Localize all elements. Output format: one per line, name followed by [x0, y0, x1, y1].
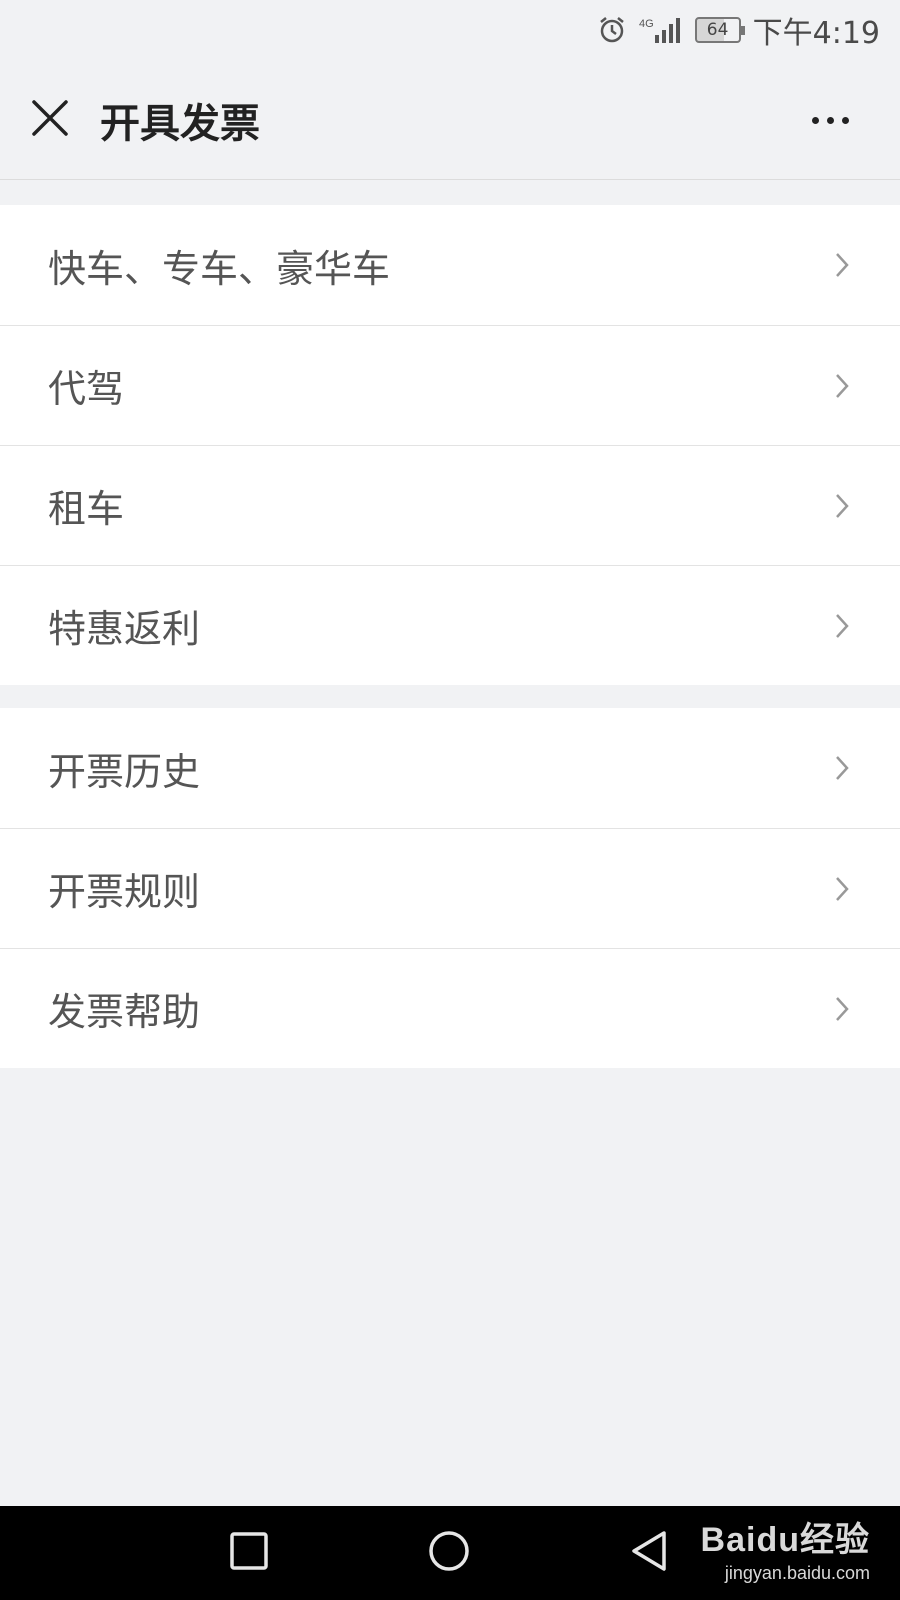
recent-apps-button[interactable] [224, 1528, 274, 1578]
list-item-label: 代驾 [48, 367, 125, 411]
watermark-url: jingyan.baidu.com [724, 1563, 870, 1583]
list-item-label: 发票帮助 [48, 990, 201, 1034]
watermark-brand: Baidu经验 [700, 1521, 870, 1559]
list-item-car-rental[interactable]: 租车 [0, 445, 900, 565]
more-button[interactable] [800, 96, 860, 144]
square-icon [229, 1531, 269, 1575]
signal-icon: 4G [639, 15, 683, 45]
list-item-express-car[interactable]: 快车、专车、豪华车 [0, 205, 900, 325]
chevron-right-icon [832, 250, 852, 280]
list-item-label: 快车、专车、豪华车 [48, 246, 391, 291]
close-icon [30, 98, 70, 142]
list-item-label: 租车 [48, 487, 125, 531]
chevron-right-icon [832, 994, 852, 1024]
network-type-label: 4G [639, 18, 654, 30]
nav-bar: 开具发票 [0, 60, 900, 180]
list-item-label: 开票历史 [48, 749, 201, 794]
list-item-invoice-help[interactable]: 发票帮助 [0, 948, 900, 1068]
list-item-invoice-history[interactable]: 开票历史 [0, 708, 900, 828]
alarm-icon [597, 15, 627, 45]
chevron-right-icon [832, 753, 852, 783]
battery-level: 64 [706, 20, 729, 40]
home-button[interactable] [424, 1528, 474, 1578]
circle-icon [427, 1529, 471, 1577]
chevron-right-icon [832, 874, 852, 904]
list-item-rebate[interactable]: 特惠返利 [0, 565, 900, 685]
back-triangle-icon [628, 1529, 670, 1577]
invoice-info-list: 开票历史 开票规则 发票帮助 [0, 708, 900, 1068]
battery-icon: 64 [694, 17, 745, 43]
baidu-watermark: Baidu经验 jingyan.baidu.com [701, 1512, 870, 1584]
list-item-invoice-rules[interactable]: 开票规则 [0, 828, 900, 948]
list-item-label: 特惠返利 [48, 607, 201, 651]
more-dots-icon [811, 116, 819, 124]
page-title: 开具发票 [100, 100, 260, 147]
chevron-right-icon [832, 491, 852, 521]
close-button[interactable] [0, 60, 100, 180]
back-button[interactable] [624, 1528, 674, 1578]
system-nav-bar: Baidu经验 jingyan.baidu.com [0, 1506, 900, 1600]
chevron-right-icon [832, 371, 852, 401]
status-bar: 4G 64 下午4:19 [0, 0, 900, 60]
list-item-label: 开票规则 [48, 870, 201, 914]
list-item-designated-driver[interactable]: 代驾 [0, 325, 900, 445]
status-time: 下午4:19 [752, 16, 880, 51]
chevron-right-icon [832, 611, 852, 641]
invoice-category-list: 快车、专车、豪华车 代驾 租车 特惠返利 [0, 205, 900, 685]
